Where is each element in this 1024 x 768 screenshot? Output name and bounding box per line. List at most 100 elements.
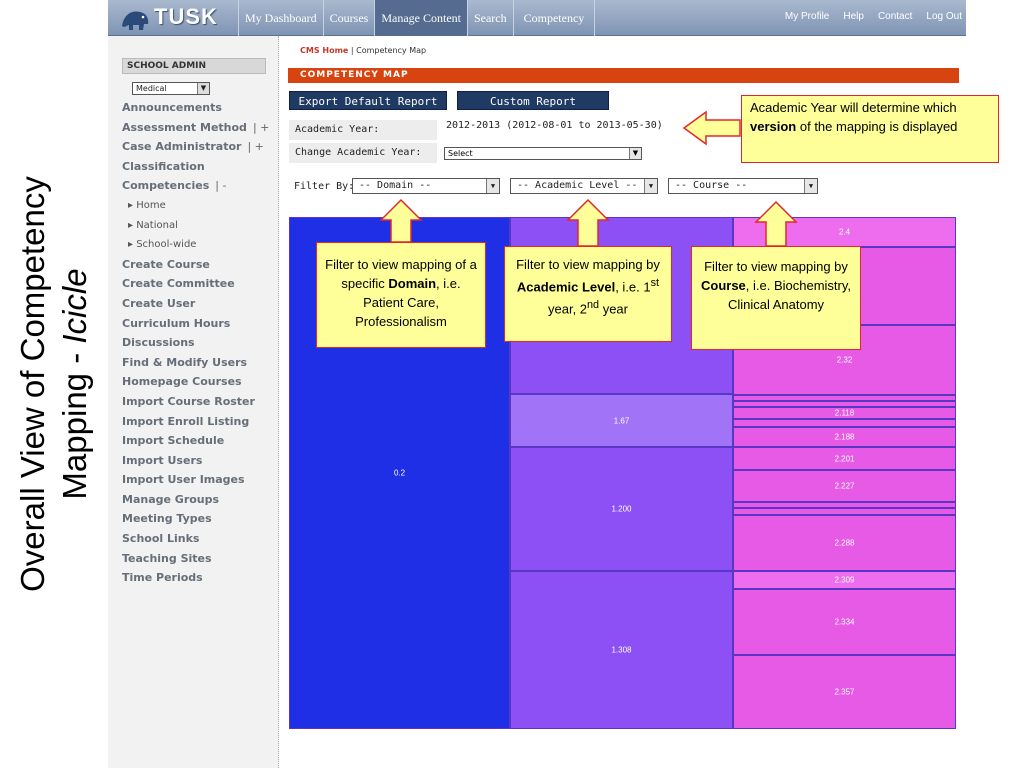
tab-manage-content[interactable]: Manage Content — [374, 0, 467, 36]
tab-my-dashboard[interactable]: My Dashboard — [238, 0, 323, 36]
icicle-cell-label: 1.67 — [613, 416, 630, 425]
callout-bold: version — [750, 119, 797, 134]
change-year-label: Change Academic Year: — [289, 143, 437, 163]
icicle-cell-level3[interactable] — [733, 419, 956, 427]
sidebar-item[interactable]: ▸ Home — [122, 196, 278, 216]
sidebar-item-toggle[interactable]: | + — [253, 121, 269, 134]
sidebar-item[interactable]: ▸ School-wide — [122, 235, 278, 255]
link-log-out[interactable]: Log Out — [926, 0, 962, 36]
course-filter-select[interactable]: -- Course -- ▼ — [668, 178, 818, 194]
sidebar-item[interactable]: Time Periods — [122, 568, 278, 588]
domain-filter-callout: Filter to view mapping of a specific Dom… — [316, 242, 486, 348]
export-default-report-button[interactable]: Export Default Report — [289, 91, 447, 110]
sidebar-item[interactable]: Classification — [122, 157, 278, 177]
sidebar-item[interactable]: Announcements — [122, 98, 278, 118]
sidebar-item-label: Import Course Roster — [122, 394, 255, 408]
callout-bold: Domain — [388, 276, 437, 291]
link-help[interactable]: Help — [843, 0, 864, 36]
breadcrumb-home[interactable]: CMS Home — [300, 46, 348, 55]
sidebar-header: SCHOOL ADMIN — [122, 58, 266, 74]
icicle-cell-label: 2.288 — [834, 538, 855, 548]
callout-bold: Academic Level — [516, 279, 616, 295]
sidebar-item-label: Classification — [122, 159, 205, 173]
sidebar-item-toggle[interactable]: | + — [247, 140, 263, 153]
breadcrumb-current: Competency Map — [356, 46, 427, 55]
icicle-cell-level3[interactable]: 2.334 — [733, 589, 956, 655]
slide-title-italic: Icicle — [56, 268, 93, 344]
chevron-down-icon: ▼ — [644, 179, 657, 193]
tab-competency[interactable]: Competency — [512, 0, 596, 36]
custom-report-button[interactable]: Custom Report — [457, 91, 609, 110]
icicle-cell-level3[interactable]: 2.188 — [733, 427, 956, 447]
sidebar-item[interactable]: Create Committee — [122, 274, 278, 294]
slide-title-line2: Mapping - Icicle — [54, 64, 96, 704]
sidebar-item-label: School Links — [122, 532, 200, 546]
sidebar-item-label: Discussions — [122, 336, 195, 350]
icicle-cell-level3[interactable]: 2.309 — [733, 571, 956, 589]
icicle-cell-level2[interactable]: 1.308 — [510, 571, 733, 729]
sidebar-item-label: Teaching Sites — [122, 551, 212, 565]
sidebar-item-label: Assessment Method — [122, 120, 247, 134]
sidebar-item[interactable]: Import User Images — [122, 470, 278, 490]
tab-search[interactable]: Search — [466, 0, 513, 36]
sidebar-item[interactable]: Teaching Sites — [122, 549, 278, 569]
chevron-down-icon: ▼ — [197, 83, 209, 94]
icicle-cell-level3[interactable]: 2.288 — [733, 515, 956, 571]
academic-level-filter-value: -- Academic Level -- — [517, 180, 638, 191]
sidebar-item[interactable]: Find & Modify Users — [122, 353, 278, 373]
sidebar-item[interactable]: Create Course — [122, 255, 278, 275]
sidebar-menu: Announcements Assessment Method | + Case Ad… — [122, 98, 278, 588]
domain-filter-select[interactable]: -- Domain -- ▼ — [352, 178, 500, 194]
sidebar-item[interactable]: Competencies | - — [122, 176, 278, 196]
tab-courses[interactable]: Courses — [322, 0, 375, 36]
academic-year-value: 2012-2013 (2012-08-01 to 2013-05-30) — [446, 120, 663, 131]
sidebar-item[interactable]: Import Enroll Listing — [122, 412, 278, 432]
icicle-cell-level2[interactable]: 1.200 — [510, 447, 733, 571]
elephant-logo-icon — [122, 11, 149, 31]
sidebar-item[interactable]: Discussions — [122, 333, 278, 353]
sidebar-item[interactable]: Meeting Types — [122, 509, 278, 529]
sidebar-item-label: Create User — [122, 296, 196, 310]
sidebar-item[interactable]: School Links — [122, 529, 278, 549]
breadcrumb: CMS Home | Competency Map — [300, 46, 426, 55]
icicle-cell-level3[interactable] — [733, 508, 956, 515]
callout-text: , i.e. 1 — [615, 279, 651, 295]
icicle-cell-level2[interactable]: 1.67 — [510, 394, 733, 447]
academic-year-label: Academic Year: — [289, 120, 437, 140]
sidebar-item[interactable]: Curriculum Hours — [122, 314, 278, 334]
sidebar-item-label: ▸ School-wide — [128, 239, 197, 251]
academic-level-filter-select[interactable]: -- Academic Level -- ▼ — [510, 178, 658, 194]
callout-text: year — [599, 301, 628, 317]
sidebar-item[interactable]: Import Course Roster — [122, 392, 278, 412]
icicle-cell-label: 2.201 — [834, 454, 855, 463]
sidebar-item[interactable]: Import Users — [122, 451, 278, 471]
school-select[interactable]: Medical ▼ — [132, 82, 210, 95]
icicle-cell-level3[interactable]: 2.357 — [733, 655, 956, 729]
sidebar-item-toggle[interactable]: | - — [215, 179, 226, 192]
slide-title-line1: Overall View of Competency — [14, 176, 51, 592]
sidebar-item-label: Meeting Types — [122, 512, 212, 526]
sidebar-item[interactable]: Manage Groups — [122, 490, 278, 510]
sidebar-item[interactable]: Homepage Courses — [122, 372, 278, 392]
admin-sidebar: SCHOOL ADMIN Medical ▼ Announcements Asse… — [108, 36, 279, 768]
sidebar-item[interactable]: ▸ National — [122, 216, 278, 236]
sidebar-item[interactable]: Create User — [122, 294, 278, 314]
sidebar-item[interactable]: Assessment Method | + — [122, 118, 278, 138]
sidebar-item[interactable]: Case Administrator | + — [122, 137, 278, 157]
callout-superscript: nd — [587, 299, 600, 312]
sidebar-item[interactable]: Import Schedule — [122, 431, 278, 451]
tusk-logo[interactable]: TUSK — [118, 2, 238, 34]
icicle-cell-label: 2.357 — [834, 687, 855, 697]
link-my-profile[interactable]: My Profile — [785, 0, 829, 36]
icicle-cell-level3[interactable]: 2.201 — [733, 447, 956, 470]
callout-text: of the mapping is displayed — [796, 119, 958, 134]
sidebar-item-label: Create Committee — [122, 277, 235, 291]
link-contact[interactable]: Contact — [878, 0, 912, 36]
icicle-cell-level3[interactable]: 2.118 — [733, 407, 956, 419]
icicle-cell-level3[interactable]: 2.227 — [733, 470, 956, 502]
academic-year-select[interactable]: Select ▼ — [444, 147, 642, 160]
callout-bold: Course — [700, 278, 746, 293]
callout-text: , i.e. Biochemistry, Clinical Anatomy — [727, 278, 852, 312]
callout-text: Academic Year will determine which — [750, 100, 957, 115]
icicle-cell-level3[interactable]: 2.4 — [733, 217, 956, 247]
